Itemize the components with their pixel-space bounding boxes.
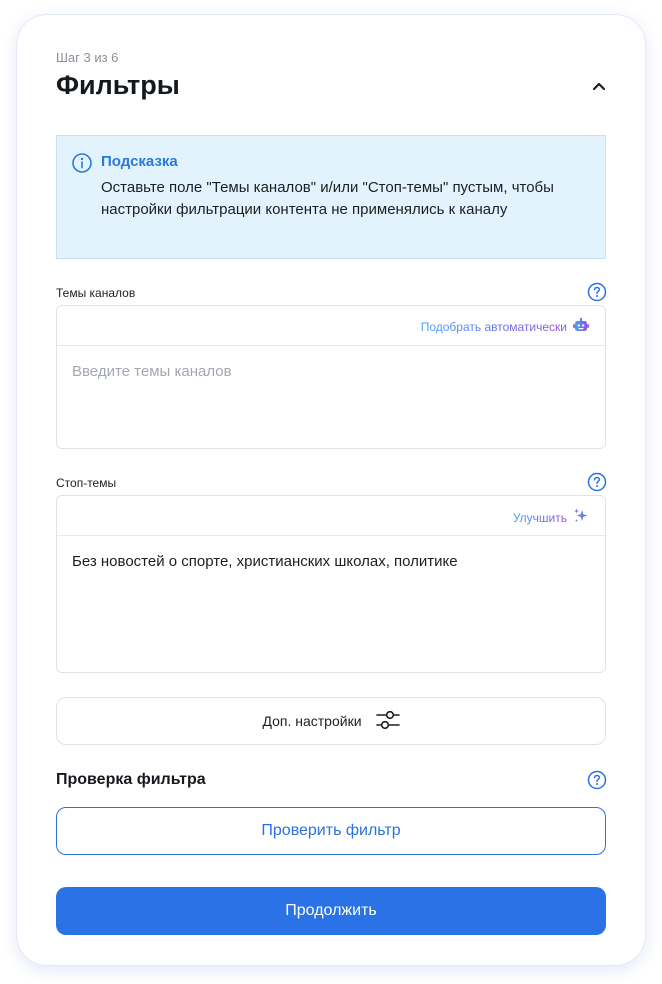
advanced-settings-button[interactable]: Доп. настройки: [56, 697, 606, 745]
stop-topics-field: Улучшить Без новостей о спорте, христиан…: [56, 495, 606, 673]
channel-topics-placeholder: Введите темы каналов: [72, 363, 232, 380]
hint-text: Оставьте поле "Темы каналов" и/или "Стоп…: [101, 179, 554, 218]
info-icon: [71, 152, 93, 174]
question-icon[interactable]: [587, 770, 607, 790]
continue-button[interactable]: Продолжить: [56, 887, 606, 935]
channel-topics-toolbar: Подобрать автоматически: [57, 306, 605, 346]
stop-topics-value: Без новостей о спорте, христианских школ…: [72, 553, 458, 570]
advanced-settings-label: Доп. настройки: [262, 713, 362, 729]
check-filter-button[interactable]: Проверить фильтр: [56, 807, 606, 855]
improve-button[interactable]: Улучшить: [513, 508, 589, 527]
channel-topics-label: Темы каналов: [56, 286, 136, 300]
filters-card: Шаг 3 из 6 Фильтры Подсказка Оставьте по…: [17, 15, 645, 965]
question-icon[interactable]: [587, 282, 607, 302]
stop-topics-input[interactable]: Без новостей о спорте, христианских школ…: [57, 536, 605, 588]
auto-pick-button[interactable]: Подобрать автоматически: [421, 318, 589, 335]
sliders-icon: [375, 709, 400, 734]
filter-check-title: Проверка фильтра: [56, 771, 206, 788]
improve-label: Улучшить: [512, 510, 567, 525]
auto-pick-label: Подобрать автоматически: [420, 319, 567, 334]
hint-title: Подсказка: [101, 153, 178, 170]
channel-topics-field: Подобрать автоматически Введите темы кан…: [56, 305, 606, 449]
hint-box: Подсказка Оставьте поле "Темы каналов" и…: [56, 135, 606, 259]
channel-topics-input[interactable]: Введите темы каналов: [57, 346, 605, 398]
sparkles-icon: [573, 508, 589, 527]
stop-topics-toolbar: Улучшить: [57, 496, 605, 536]
step-indicator: Шаг 3 из 6: [56, 50, 119, 65]
page-title: Фильтры: [56, 70, 180, 100]
stop-topics-label: Стоп-темы: [56, 476, 117, 490]
chevron-up-icon[interactable]: [588, 75, 610, 97]
question-icon[interactable]: [587, 472, 607, 492]
robot-icon: [573, 318, 589, 335]
